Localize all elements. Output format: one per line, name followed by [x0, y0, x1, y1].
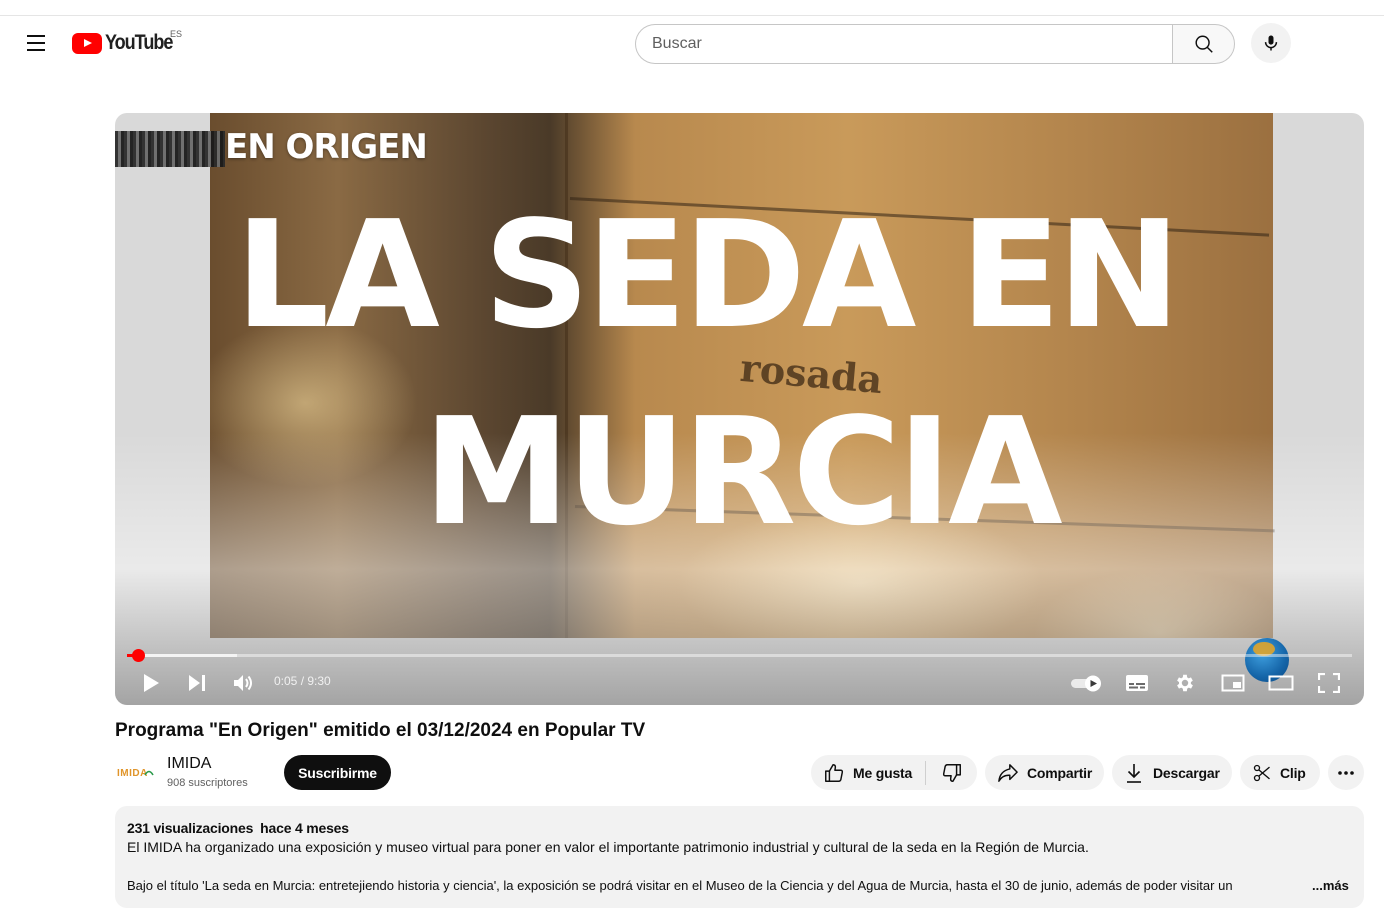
- next-button[interactable]: [181, 667, 213, 699]
- view-count: 231 visualizaciones: [127, 820, 254, 836]
- thumbs-down-icon: [942, 763, 961, 782]
- search-box: [635, 24, 1235, 64]
- clip-label: Clip: [1280, 764, 1306, 781]
- current-time: 0:05: [274, 674, 298, 688]
- theater-mode-button[interactable]: [1265, 667, 1297, 699]
- description-line: El IMIDA ha organizado una exposición y …: [127, 839, 1089, 855]
- miniplayer-button[interactable]: [1217, 667, 1249, 699]
- play-button[interactable]: [135, 667, 167, 699]
- autoplay-toggle-icon: [1071, 675, 1101, 692]
- share-icon: [998, 763, 1018, 782]
- duration: 9:30: [307, 674, 331, 688]
- video-title: Programa "En Origen" emitido el 03/12/20…: [115, 720, 646, 741]
- description-line: Bajo el título 'La seda en Murcia: entre…: [127, 878, 1233, 893]
- like-button[interactable]: Me gusta: [811, 755, 925, 790]
- overlay-title-line1: LA SEDA EN: [235, 189, 1181, 361]
- fullscreen-button[interactable]: [1313, 667, 1345, 699]
- play-icon: [144, 674, 159, 692]
- like-label: Me gusta: [853, 764, 913, 781]
- thumbs-up-icon: [825, 763, 844, 782]
- settings-icon: [1177, 674, 1193, 692]
- region-code: ES: [170, 29, 183, 39]
- guide-menu-button[interactable]: [20, 27, 52, 59]
- subscribe-button[interactable]: Suscribirme: [284, 755, 391, 790]
- search-button[interactable]: [1172, 24, 1235, 64]
- theater-icon: [1268, 675, 1294, 691]
- scissors-icon: [1253, 764, 1270, 781]
- voice-search-button[interactable]: [1251, 23, 1291, 63]
- download-button[interactable]: Descargar: [1112, 755, 1232, 790]
- progress-bar[interactable]: [127, 649, 1352, 662]
- subtitles-icon: [1126, 675, 1148, 691]
- overlay-title-line2: MURCIA: [423, 386, 1063, 558]
- upload-date: hace 4 meses: [260, 820, 349, 836]
- description-box[interactable]: 231 visualizaciones hace 4 meses El IMIDA…: [115, 806, 1364, 908]
- scrubber-knob[interactable]: [132, 649, 146, 662]
- channel-avatar[interactable]: IMIDA: [115, 755, 155, 789]
- more-icon: [1338, 770, 1354, 775]
- dislike-button[interactable]: [926, 755, 977, 790]
- volume-icon: [234, 675, 252, 691]
- time-separator: /: [297, 674, 308, 688]
- pixelated-logo: [115, 131, 225, 167]
- download-label: Descargar: [1153, 764, 1220, 781]
- show-more-link[interactable]: ...más: [1312, 878, 1349, 893]
- more-actions-button[interactable]: [1328, 755, 1364, 790]
- like-dislike-group: Me gusta: [811, 755, 977, 790]
- channel-name[interactable]: IMIDA: [167, 755, 211, 773]
- video-player[interactable]: rosada EN ORIGEN LA SEDA EN MURCIA 0:05 …: [115, 113, 1364, 705]
- subscriber-count: 908 suscriptores: [167, 777, 248, 789]
- settings-button[interactable]: [1169, 667, 1201, 699]
- time-display: 0:05 / 9:30: [274, 674, 331, 688]
- search-input[interactable]: [635, 24, 1172, 64]
- youtube-logo[interactable]: YouTube: [72, 31, 183, 55]
- top-divider: [0, 15, 1384, 16]
- share-button[interactable]: Compartir: [985, 755, 1104, 790]
- search-icon: [1194, 35, 1213, 53]
- subtitles-button[interactable]: [1121, 667, 1153, 699]
- youtube-play-icon: [72, 32, 102, 54]
- autoplay-toggle[interactable]: [1068, 669, 1106, 697]
- fullscreen-icon: [1318, 673, 1340, 693]
- program-logo-text: EN ORIGEN: [225, 127, 428, 167]
- share-label: Compartir: [1027, 764, 1093, 781]
- mute-button[interactable]: [227, 667, 259, 699]
- avatar-text: IMIDA: [117, 768, 148, 779]
- download-icon: [1127, 763, 1141, 783]
- logo-wordmark: YouTube: [105, 31, 173, 54]
- miniplayer-icon: [1221, 674, 1245, 692]
- clip-button[interactable]: Clip: [1240, 755, 1320, 790]
- description-meta: 231 visualizaciones hace 4 meses: [127, 820, 349, 836]
- menu-icon: [27, 35, 45, 37]
- imida-logo-icon: IMIDA: [117, 768, 154, 779]
- next-icon: [189, 675, 205, 691]
- microphone-icon: [1264, 35, 1278, 51]
